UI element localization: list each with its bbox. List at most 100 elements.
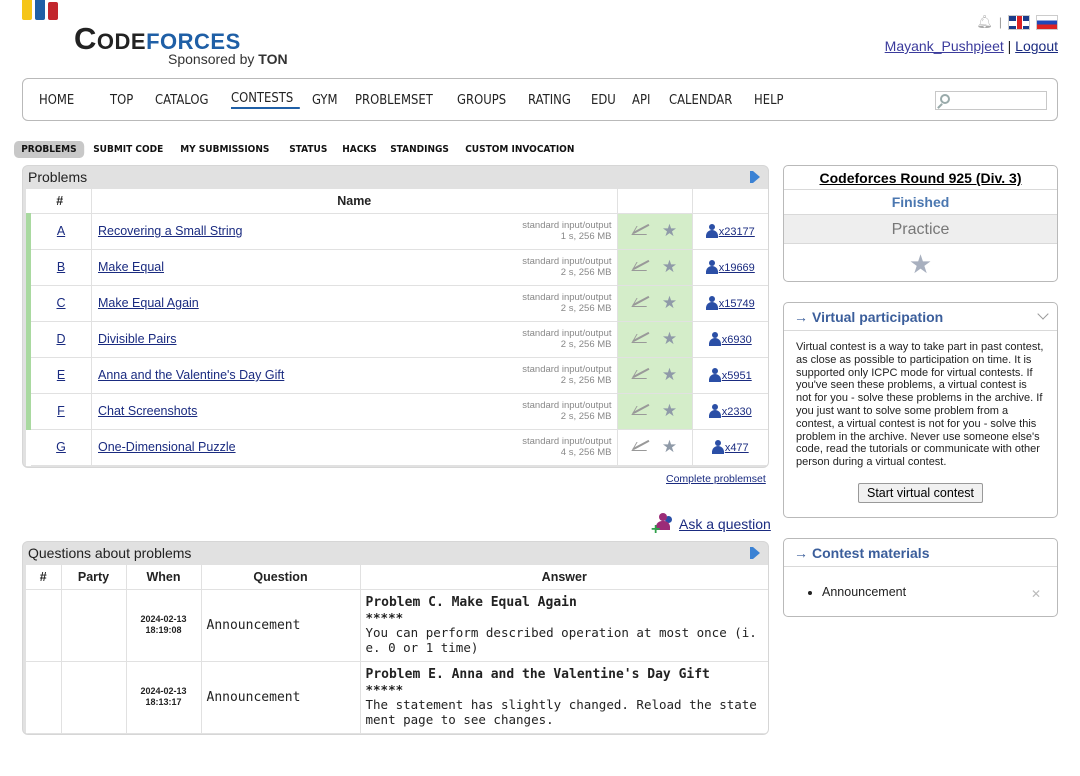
favorite-star-icon[interactable]: ★ [662,401,677,420]
header-user-area: 🔔︎ | Mayank_Pushpjeet | Logout [885,12,1058,54]
favorite-star-icon[interactable]: ★ [662,437,677,456]
bell-icon[interactable]: 🔔︎ [976,14,993,30]
start-virtual-contest-button[interactable]: Start virtual contest [858,482,983,503]
favorite-star-icon[interactable]: ★ [662,257,677,276]
submenu-submit-code[interactable]: SUBMIT CODE [86,141,171,158]
table-row: 2024-02-13 18:13:17 Announcement Problem … [26,661,768,734]
english-flag-icon[interactable] [1008,14,1030,30]
header-separator: | [998,15,1002,29]
submenu-my-submissions[interactable]: MY SUBMISSIONS [173,141,277,158]
problem-id-link[interactable]: G [56,440,66,454]
virtual-participation-title: → Virtual participation [784,303,1057,331]
solved-count-link[interactable]: x2330 [722,406,752,418]
menu-item-rating[interactable]: RATING [528,92,581,108]
contest-status: Finished [784,190,1057,215]
menu-item-edu[interactable]: EDU [591,92,625,108]
menu-item-home[interactable]: HOME [39,92,99,108]
complete-problemset-link[interactable]: Complete problemset [666,473,766,485]
problem-id-link[interactable]: F [57,404,65,418]
russian-flag-icon[interactable] [1036,14,1058,30]
submit-icon[interactable] [632,332,652,346]
col-header-actions [617,189,693,214]
problem-id-link[interactable]: D [56,332,65,346]
search-input[interactable] [954,92,1044,108]
submit-icon[interactable] [632,368,652,382]
virtual-participation-text: Virtual contest is a way to take part in… [796,341,1044,469]
menu-item-contests[interactable]: CONTESTS [231,90,300,109]
problem-id-link[interactable]: E [57,368,65,382]
expand-arrow-icon[interactable] [750,547,760,559]
contest-materials-title: → Contest materials [784,539,1057,567]
submenu-custom-invocation[interactable]: CUSTOM INVOCATION [458,141,582,158]
col-header-party: Party [61,565,127,590]
solved-count-link[interactable]: x23177 [719,226,755,238]
favorite-star-icon[interactable]: ★ [662,365,677,384]
menu-item-calendar[interactable]: CALENDAR [669,92,741,108]
menu-item-gym[interactable]: GYM [312,92,348,108]
problem-name-link[interactable]: Make Equal Again [98,296,199,310]
menu-item-catalog[interactable]: CATALOG [155,92,220,108]
question-time: 2024-02-13 18:19:08 [126,589,202,662]
solved-count-link[interactable]: x5951 [722,370,752,382]
problem-name-link[interactable]: Make Equal [98,260,164,274]
submit-icon[interactable] [632,224,652,238]
question-text: Announcement [201,661,361,734]
solved-count-link[interactable]: x6930 [722,334,752,346]
submit-icon[interactable] [632,260,652,274]
solved-count-link[interactable]: x19669 [719,262,755,274]
contest-name-link[interactable]: Codeforces Round 925 (Div. 3) [819,170,1021,186]
favorite-star-icon[interactable]: ★ [662,221,677,240]
submenu-status[interactable]: STATUS [282,141,335,158]
problem-name-link[interactable]: Divisible Pairs [98,332,177,346]
submenu-problems[interactable]: PROBLEMS [14,141,84,158]
answer-text: Problem E. Anna and the Valentine's Day … [360,661,768,734]
favorite-star-icon[interactable]: ★ [662,293,677,312]
contest-submenu: PROBLEMS SUBMIT CODE MY SUBMISSIONS STAT… [14,140,590,159]
username-link[interactable]: Mayank_Pushpjeet [885,38,1004,54]
table-row: F Chat Screenshots standard input/output… [26,393,768,430]
problems-panel-title: Problems [23,166,768,189]
logout-link[interactable]: Logout [1015,38,1058,54]
problems-panel: Problems # Name A Recovering a Small Str… [22,165,769,468]
problem-name-link[interactable]: Recovering a Small String [98,224,243,238]
menu-item-groups[interactable]: GROUPS [457,92,517,108]
expand-arrow-icon[interactable] [750,171,760,183]
favorite-star-icon[interactable]: ★ [909,249,932,279]
solved-count-link[interactable]: x477 [725,442,749,454]
ask-question-link[interactable]: Ask a question [679,516,771,532]
problem-name-link[interactable]: Anna and the Valentine's Day Gift [98,368,284,382]
user-separator: | [1007,38,1012,54]
problem-limits: standard input/output 1 s, 256 MB [522,219,612,242]
problem-name-link[interactable]: Chat Screenshots [98,404,197,418]
materials-list: Announcement [784,585,1057,599]
chevron-down-icon[interactable] [1037,308,1049,320]
list-item[interactable]: Announcement [822,585,1057,599]
user-icon [708,332,721,347]
contest-name-row: Codeforces Round 925 (Div. 3) [784,166,1057,190]
menu-item-api[interactable]: API [632,92,663,108]
solved-count-link[interactable]: x15749 [719,298,755,310]
problem-limits: standard input/output 2 s, 256 MB [522,399,612,422]
submit-icon[interactable] [632,296,652,310]
submenu-standings[interactable]: STANDINGS [383,141,456,158]
close-icon[interactable]: ✕ [1031,587,1041,601]
submenu-hacks[interactable]: HACKS [335,141,384,158]
menu-item-problemset[interactable]: PROBLEMSET [355,92,442,108]
problem-id-link[interactable]: C [56,296,65,310]
problems-table: # Name A Recovering a Small String stand… [26,189,768,466]
menu-item-top[interactable]: TOP [110,92,148,108]
answer-text: Problem C. Make Equal Again ***** You ca… [360,589,768,662]
problem-name-link[interactable]: One-Dimensional Puzzle [98,440,236,454]
ask-question[interactable]: + Ask a question [651,513,771,538]
submit-icon[interactable] [632,440,652,454]
col-header-name: Name [91,189,618,214]
problem-id-link[interactable]: A [57,224,65,238]
menu-item-help[interactable]: HELP [754,92,797,108]
problem-limits: standard input/output 2 s, 256 MB [522,291,612,314]
favorite-star-icon[interactable]: ★ [662,329,677,348]
col-header-id: # [26,565,62,590]
search-box[interactable] [935,91,1047,110]
codeforces-logo[interactable]: Codeforces Sponsored by TON [22,0,302,70]
problem-id-link[interactable]: B [57,260,65,274]
submit-icon[interactable] [632,404,652,418]
